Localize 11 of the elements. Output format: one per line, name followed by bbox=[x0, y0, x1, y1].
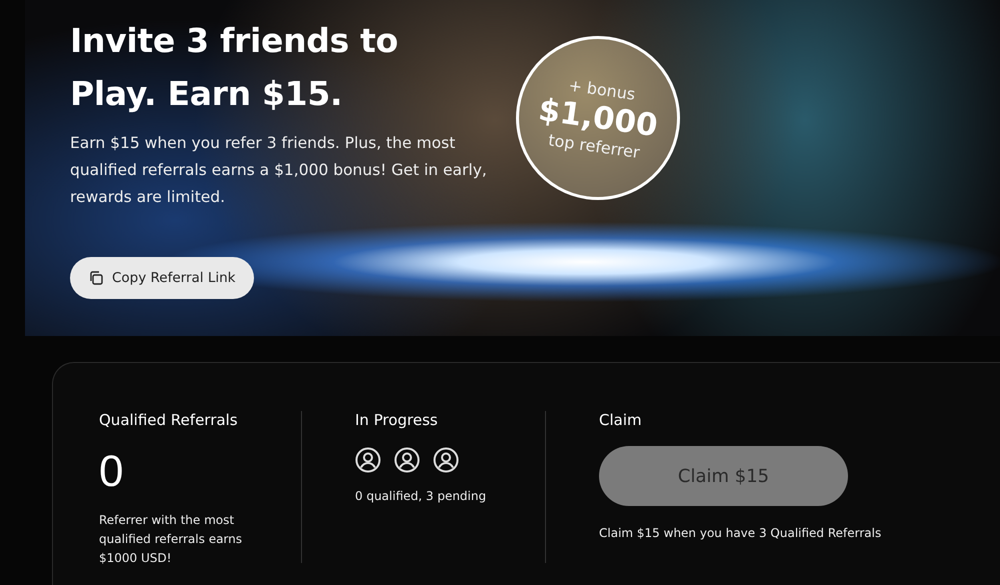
stat-label: Claim bbox=[599, 411, 642, 429]
copy-icon bbox=[88, 270, 104, 286]
copy-referral-link-button[interactable]: Copy Referral Link bbox=[70, 257, 254, 299]
stat-label: In Progress bbox=[355, 411, 438, 429]
referral-count: 0 bbox=[99, 447, 124, 497]
stat-label: Qualified Referrals bbox=[99, 411, 238, 429]
progress-summary: 0 qualified, 3 pending bbox=[355, 488, 486, 505]
claim-note: Claim $15 when you have 3 Qualified Referrals bbox=[599, 525, 882, 542]
stat-note: Referrer with the most qualified referrals earns $1000 USD! bbox=[99, 512, 244, 567]
hero-title: Invite 3 friends to Play. Earn $15. bbox=[70, 20, 398, 115]
hero-description: Earn $15 when you refer 3 friends. Plus, the most qualified referrals earns a $1,000 bonus! Get in early, rewards are limited. bbox=[70, 133, 488, 208]
